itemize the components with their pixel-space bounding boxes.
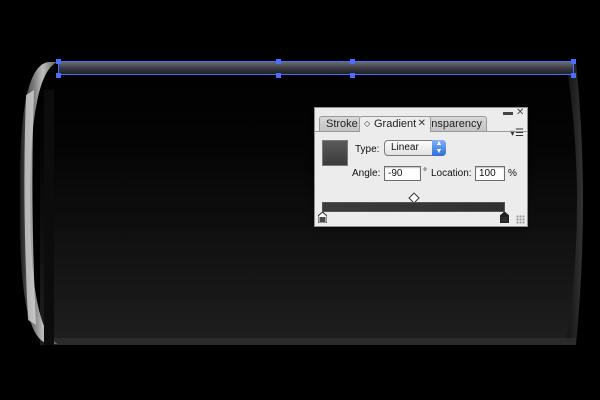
- updown-arrows-icon: ▲ ▼: [432, 140, 446, 156]
- selection-handle-bl[interactable]: [56, 73, 61, 78]
- type-select-value: Linear: [391, 142, 419, 153]
- selection-bounding-box[interactable]: [58, 61, 574, 75]
- tab-stroke[interactable]: Stroke: [319, 116, 361, 131]
- angle-field[interactable]: -90: [384, 166, 421, 181]
- selection-handle-tl[interactable]: [56, 59, 61, 64]
- angle-label: Angle:: [352, 168, 381, 179]
- type-label: Type:: [355, 144, 380, 155]
- gradient-ramp[interactable]: [322, 202, 505, 212]
- tab-transparency[interactable]: nsparency: [427, 116, 487, 131]
- tab-transparency-label: nsparency: [431, 118, 482, 130]
- selection-handle-tc[interactable]: [350, 59, 355, 64]
- selection-handle-tm[interactable]: [276, 59, 281, 64]
- percent-symbol: %: [508, 168, 517, 179]
- selection-handle-tr[interactable]: [571, 59, 576, 64]
- color-stop-left-icon[interactable]: [318, 212, 327, 223]
- battery-left-dark-band: [44, 90, 54, 345]
- tab-close-icon[interactable]: ✕: [418, 117, 426, 131]
- gradient-panel: ▬ ✕ Stroke nsparency ◇ Gradient ✕ ▾☰ Typ…: [314, 107, 528, 227]
- degree-symbol: °: [423, 167, 427, 178]
- type-select[interactable]: Linear ▲ ▼: [384, 140, 446, 156]
- color-stop-right-icon[interactable]: [500, 212, 509, 223]
- angle-value: -90: [388, 168, 403, 179]
- battery-bottom-band: [48, 338, 576, 345]
- tab-reorder-icon: ◇: [364, 119, 371, 128]
- location-label: Location:: [431, 168, 472, 179]
- gradient-swatch[interactable]: [322, 140, 348, 166]
- selection-handle-bc[interactable]: [350, 73, 355, 78]
- selection-handle-br[interactable]: [571, 73, 576, 78]
- location-field[interactable]: 100: [475, 166, 505, 181]
- tab-gradient-label: Gradient: [374, 118, 417, 130]
- location-value: 100: [479, 168, 496, 179]
- resize-grip-icon[interactable]: [516, 215, 525, 224]
- panel-tabs: Stroke nsparency ◇ Gradient ✕ ▾☰: [315, 115, 527, 139]
- tab-stroke-label: Stroke: [326, 118, 358, 130]
- selection-handle-bm[interactable]: [276, 73, 281, 78]
- tab-gradient[interactable]: ◇ Gradient ✕: [359, 116, 431, 132]
